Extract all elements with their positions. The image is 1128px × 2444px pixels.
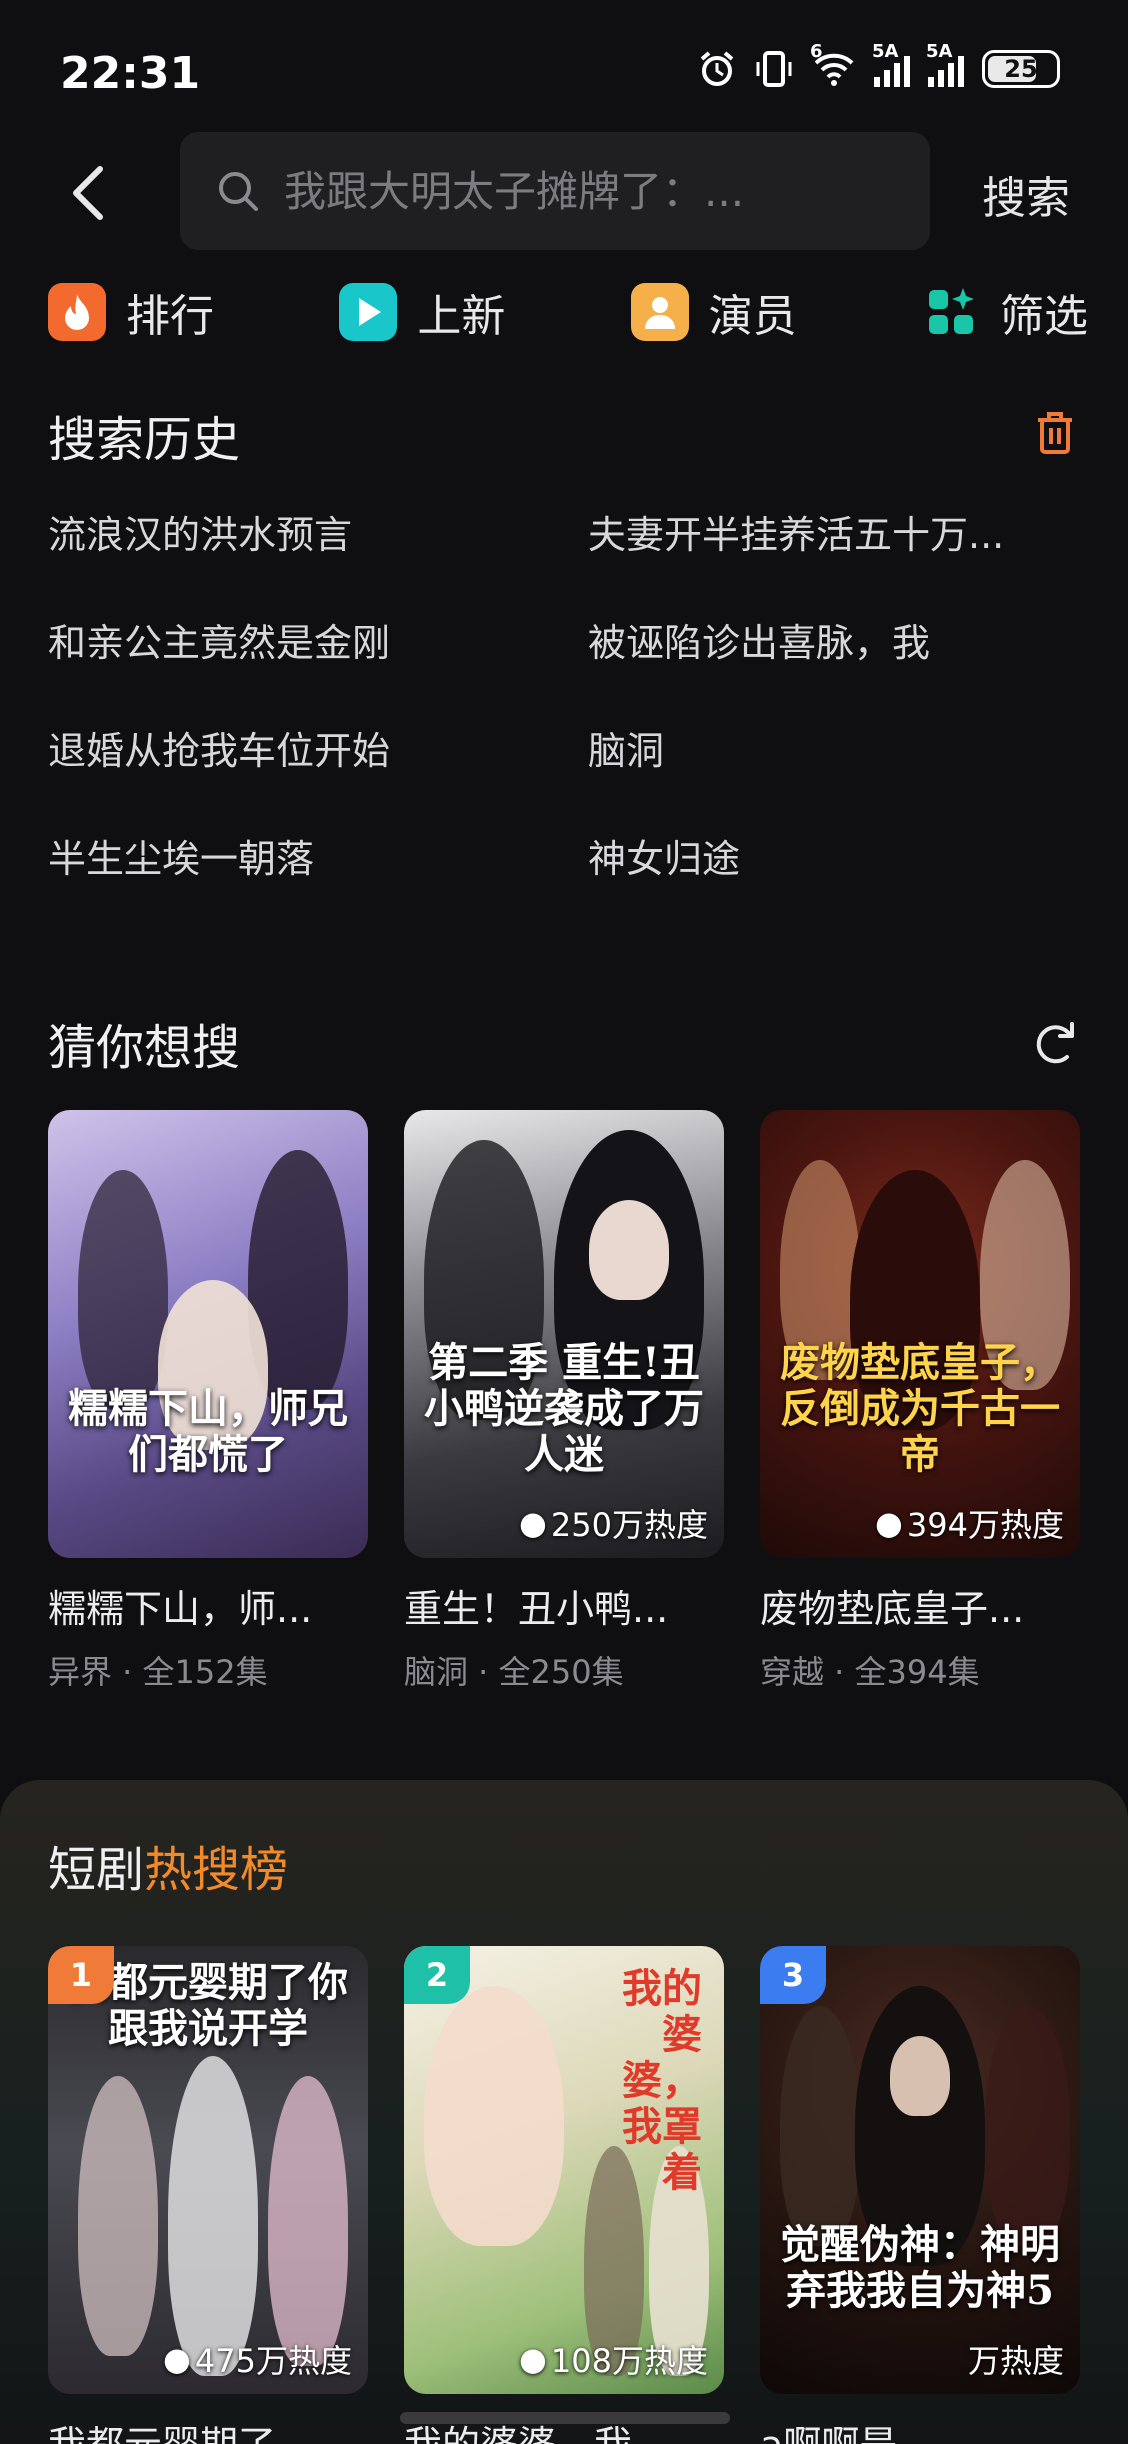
filter-icon <box>922 283 980 341</box>
card-title: 重生！丑小鸭... <box>404 1587 669 1631</box>
signal-icon-2: 5A <box>926 41 964 87</box>
card-title: a啊啊是 <box>760 2414 1080 2444</box>
heat-value: 475万热度 <box>194 2342 352 2380</box>
history-item[interactable]: 半生尘埃一朝落 <box>48 836 588 882</box>
flame-small-icon: ● <box>518 1504 547 1542</box>
quick-nav: 排行 上新 演员 筛选 <box>48 280 1088 344</box>
nav-new-label: 上新 <box>417 291 506 342</box>
card-meta: 脑洞 · 全250集 <box>404 1653 624 1691</box>
clear-history-button[interactable] <box>1030 408 1080 462</box>
flame-small-icon: ● <box>518 2340 547 2378</box>
guess-cards: 糯糯下山，师兄们都慌了 糯糯下山，师... 异界 · 全152集 第二季 重生!… <box>48 1110 1080 1693</box>
back-button[interactable] <box>68 158 128 228</box>
rank-badge: 1 <box>48 1946 114 2004</box>
nav-new[interactable]: 上新 <box>339 280 505 344</box>
heat-label: ● 394万热度 <box>875 1500 1064 1546</box>
card-title: 我都元婴期了 <box>48 2414 368 2444</box>
signal-label-2: 5A <box>926 41 953 62</box>
wifi-icon: 6 <box>810 41 856 87</box>
battery-level: 25 <box>1004 55 1038 83</box>
heat-value: 万热度 <box>967 2342 1064 2380</box>
nav-ranking[interactable]: 排行 <box>48 280 214 344</box>
wifi-gen: 6 <box>810 41 823 62</box>
history-title: 搜索历史 <box>48 412 241 468</box>
drama-card[interactable]: 第二季 重生!丑小鸭逆袭成了万人迷 ● 250万热度 重生！丑小鸭... 脑洞 ·… <box>404 1110 724 1693</box>
card-title: 糯糯下山，师... <box>48 1587 313 1631</box>
poster-image: 糯糯下山，师兄们都慌了 <box>48 1110 368 1558</box>
back-arrow-icon <box>73 166 103 220</box>
heat-label: ● 250万热度 <box>519 1500 708 1546</box>
refresh-icon <box>1036 1022 1074 1064</box>
hot-drama-card[interactable]: 觉醒伪神：神明弃我我自为神5 万热度 3 a啊啊是 <box>760 1946 1080 2444</box>
poster-image: 我的婆婆，我罩着 ● 108万热度 2 <box>404 1946 724 2394</box>
poster-title: 我的婆婆，我罩着 <box>622 1965 702 2196</box>
hot-cards: 我都元婴期了你跟我说开学 ●475万热度 1 我都元婴期了 我的婆婆，我罩着 ●… <box>48 1946 1080 2444</box>
status-icons: 6 5A 5A 25 <box>698 41 1060 88</box>
hot-drama-card[interactable]: 我的婆婆，我罩着 ●108万热度 2 我的婆婆，我 <box>404 1946 724 2444</box>
history-item[interactable]: 被诬陷诊出喜脉，我 <box>588 620 1088 666</box>
alarm-icon <box>700 51 734 86</box>
search-button[interactable]: 搜索 <box>982 162 1070 226</box>
drama-card[interactable]: 糯糯下山，师兄们都慌了 糯糯下山，师... 异界 · 全152集 <box>48 1110 368 1693</box>
rank-badge: 2 <box>404 1946 470 2004</box>
heat-value: 250万热度 <box>550 1506 708 1544</box>
drama-card[interactable]: 废物垫底皇子，反倒成为千古一帝 ● 394万热度 废物垫底皇子... 穿越 · 全… <box>760 1110 1080 1693</box>
history-item[interactable]: 流浪汉的洪水预言 <box>48 512 588 558</box>
hot-search-title: 短剧热搜榜 <box>48 1830 288 1900</box>
flame-icon <box>48 283 106 341</box>
battery-icon: 25 <box>982 50 1060 88</box>
status-time: 22:31 <box>60 48 201 99</box>
trash-icon <box>1038 412 1072 454</box>
history-item[interactable]: 夫妻开半挂养活五十万... <box>588 512 1088 558</box>
heat-label: ● 475万热度 <box>163 2336 352 2382</box>
poster-image: 我都元婴期了你跟我说开学 ● 475万热度 1 <box>48 1946 368 2394</box>
poster-title: 废物垫底皇子，反倒成为千古一帝 <box>780 1339 1060 1478</box>
poster-title: 糯糯下山，师兄们都慌了 <box>68 1385 348 1478</box>
hot-drama-card[interactable]: 我都元婴期了你跟我说开学 ●475万热度 1 我都元婴期了 <box>48 1946 368 2444</box>
flame-small-icon: ● <box>874 1504 903 1542</box>
nav-filter-label: 筛选 <box>999 291 1088 342</box>
person-icon <box>630 283 689 341</box>
hot-title-accent: 热搜榜 <box>144 1842 289 1898</box>
history-list: 流浪汉的洪水预言 夫妻开半挂养活五十万... 和亲公主竟然是金刚 被诬陷诊出喜脉… <box>48 512 1088 882</box>
home-indicator[interactable] <box>400 2412 730 2424</box>
heat-label: 万热度 <box>968 2336 1064 2382</box>
history-item[interactable]: 退婚从抢我车位开始 <box>48 728 588 774</box>
heat-value: 108万热度 <box>550 2342 708 2380</box>
search-bar[interactable] <box>180 132 930 250</box>
guess-title: 猜你想搜 <box>48 1020 241 1076</box>
vibrate-icon <box>756 51 792 87</box>
status-bar: 22:31 6 5A 5A 25 <box>0 0 1128 150</box>
rank-badge: 3 <box>760 1946 826 2004</box>
nav-actors[interactable]: 演员 <box>630 280 797 344</box>
poster-title: 第二季 重生!丑小鸭逆袭成了万人迷 <box>424 1339 704 1478</box>
nav-actors-label: 演员 <box>708 291 797 342</box>
signal-icon-1: 5A <box>872 41 910 87</box>
search-input[interactable] <box>284 166 884 216</box>
history-item[interactable]: 和亲公主竟然是金刚 <box>48 620 588 666</box>
card-title: 废物垫底皇子... <box>760 1587 1025 1631</box>
card-meta: 穿越 · 全394集 <box>760 1653 980 1691</box>
refresh-button[interactable] <box>1030 1018 1080 1072</box>
flame-small-icon: ● <box>162 2340 191 2378</box>
history-item[interactable]: 脑洞 <box>588 728 1088 774</box>
heat-label: ● 108万热度 <box>519 2336 708 2382</box>
hot-title-prefix: 短剧 <box>48 1842 145 1898</box>
nav-ranking-label: 排行 <box>126 291 214 342</box>
poster-image: 觉醒伪神：神明弃我我自为神5 万热度 3 <box>760 1946 1080 2394</box>
poster-image: 第二季 重生!丑小鸭逆袭成了万人迷 ● 250万热度 <box>404 1110 724 1558</box>
heat-value: 394万热度 <box>906 1506 1064 1544</box>
poster-title: 觉醒伪神：神明弃我我自为神5 <box>780 2221 1060 2314</box>
search-icon <box>219 172 258 211</box>
history-item[interactable]: 神女归途 <box>588 836 1088 882</box>
play-icon <box>339 283 398 341</box>
poster-image: 废物垫底皇子，反倒成为千古一帝 ● 394万热度 <box>760 1110 1080 1558</box>
nav-filter[interactable]: 筛选 <box>922 280 1088 344</box>
signal-label-1: 5A <box>872 41 899 62</box>
card-meta: 异界 · 全152集 <box>48 1653 268 1691</box>
